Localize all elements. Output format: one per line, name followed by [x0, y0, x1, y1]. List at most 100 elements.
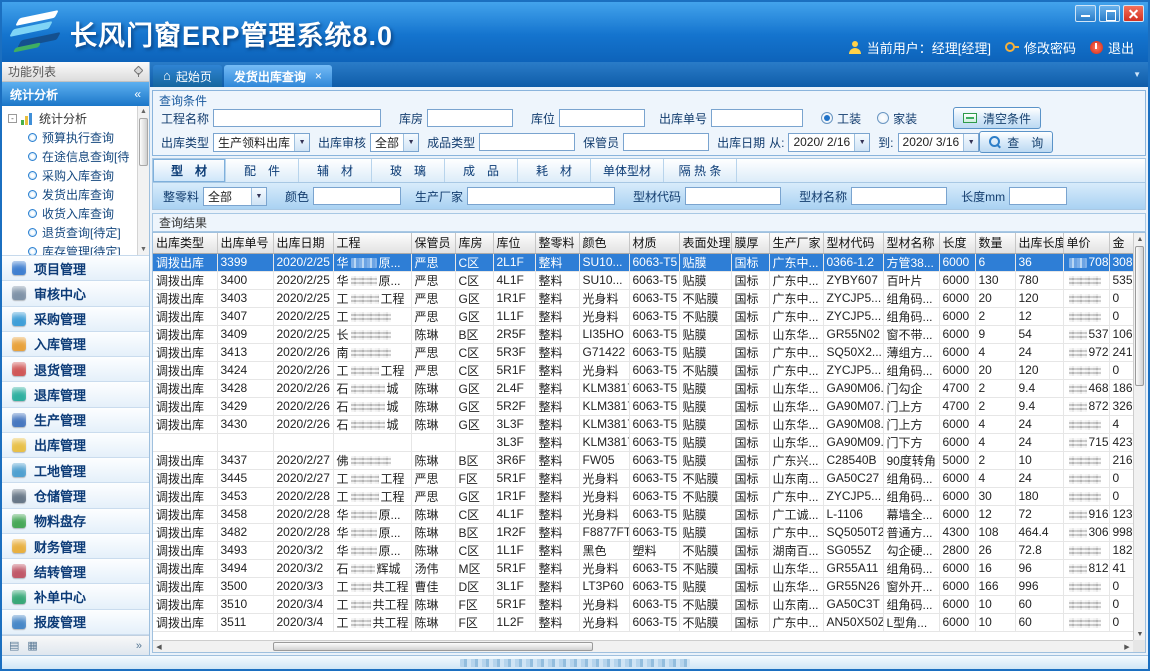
column-header-19[interactable]: 金 — [1109, 233, 1133, 253]
table-row[interactable]: 调拨出库34282020/2/26石城陈琳G区2L4F整料KLM38176063… — [153, 379, 1133, 397]
column-header-1[interactable]: 出库单号 — [217, 233, 273, 253]
dropdown-icon[interactable]: ▼ — [294, 134, 309, 151]
scroll-thumb[interactable] — [139, 118, 148, 166]
dropdown-icon[interactable]: ▼ — [854, 134, 869, 151]
material-tab-0[interactable]: 型 材 — [153, 159, 226, 182]
column-header-2[interactable]: 出库日期 — [273, 233, 333, 253]
material-tab-3[interactable]: 玻 璃 — [372, 159, 445, 182]
whole-part-select[interactable]: 全部 ▼ — [203, 187, 267, 206]
table-row[interactable]: 调拨出库34372020/2/27佛陈琳B区3R6F整料FW056063-T5贴… — [153, 451, 1133, 469]
table-row[interactable]: 调拨出库34292020/2/26石城陈琳G区5R2F整料KLM38176063… — [153, 397, 1133, 415]
column-header-6[interactable]: 库位 — [493, 233, 535, 253]
tree-item-1[interactable]: 在途信息查询[待 — [8, 147, 149, 166]
table-row[interactable]: 调拨出库34582020/2/28华原...陈琳C区4L1F整料光身料6063-… — [153, 505, 1133, 523]
profile-name-input[interactable] — [851, 187, 947, 205]
scroll-right-icon[interactable]: ▶ — [1121, 641, 1133, 653]
material-tab-1[interactable]: 配 件 — [226, 159, 299, 182]
scroll-thumb[interactable] — [1135, 246, 1144, 386]
tab-0[interactable]: ⌂起始页 — [153, 65, 222, 87]
keeper-input[interactable] — [623, 133, 709, 151]
scroll-down-icon[interactable]: ▼ — [1134, 628, 1146, 640]
tree-item-0[interactable]: 预算执行查询 — [8, 128, 149, 147]
tree-item-3[interactable]: 发货出库查询 — [8, 185, 149, 204]
order-no-input[interactable] — [711, 109, 803, 127]
table-row[interactable]: 3L3F整料KLM38176063-T5贴膜国标山东华...GA90M09..门… — [153, 433, 1133, 451]
tree-item-2[interactable]: 采购入库查询 — [8, 166, 149, 185]
table-row[interactable]: 调拨出库34532020/2/28工工程严思G区1R1F整料光身料6063-T5… — [153, 487, 1133, 505]
sidebar-module-0[interactable]: 项目管理 — [2, 256, 149, 281]
folder-icon[interactable]: ▤ — [9, 639, 19, 652]
material-tab-5[interactable]: 耗 材 — [518, 159, 591, 182]
audit-select[interactable]: 全部 ▼ — [370, 133, 419, 152]
tree-root[interactable]: - 统计分析 — [8, 109, 149, 128]
table-row[interactable]: 调拨出库34002020/2/25华原...严思C区4L1F整料SU10...6… — [153, 271, 1133, 289]
column-header-0[interactable]: 出库类型 — [153, 233, 217, 253]
close-tab-icon[interactable]: × — [315, 69, 322, 83]
sidebar-module-2[interactable]: 采购管理 — [2, 307, 149, 332]
material-tab-7[interactable]: 隔 热 条 — [664, 159, 737, 182]
table-row[interactable]: 调拨出库35112020/3/4工共工程陈琳F区1L2F整料光身料6063-T5… — [153, 613, 1133, 631]
warehouse-input[interactable] — [427, 109, 513, 127]
column-header-4[interactable]: 保管员 — [411, 233, 455, 253]
sidebar-module-7[interactable]: 出库管理 — [2, 433, 149, 458]
tree-item-4[interactable]: 收货入库查询 — [8, 204, 149, 223]
change-password-button[interactable]: 修改密码 — [1024, 38, 1076, 57]
table-row[interactable]: 调拨出库34932020/3/2华原...陈琳C区1L1F整料黑色塑料不贴膜国标… — [153, 541, 1133, 559]
clear-conditions-button[interactable]: 清空条件 — [953, 107, 1041, 129]
table-row[interactable]: 调拨出库34072020/2/25工严思G区1L1F整料光身料6063-T5不贴… — [153, 307, 1133, 325]
tree-item-5[interactable]: 退货查询[待定] — [8, 223, 149, 242]
tab-1[interactable]: 发货出库查询× — [224, 65, 332, 87]
table-row[interactable]: 调拨出库34822020/2/28华原...陈琳B区1R2F整料F8877FT6… — [153, 523, 1133, 541]
table-row[interactable]: 调拨出库34132020/2/26南严思C区5R3F整料G714226063-T… — [153, 343, 1133, 361]
column-header-11[interactable]: 膜厚 — [731, 233, 769, 253]
maker-input[interactable] — [467, 187, 615, 205]
sidebar-module-4[interactable]: 退货管理 — [2, 357, 149, 382]
sidebar-module-13[interactable]: 补单中心 — [2, 584, 149, 609]
table-row[interactable]: 调拨出库34942020/3/2石辉城汤伟M区5R1F整料光身料6063-T5不… — [153, 559, 1133, 577]
material-tab-2[interactable]: 辅 材 — [299, 159, 372, 182]
scroll-down-icon[interactable]: ▼ — [138, 244, 149, 255]
column-header-13[interactable]: 型材代码 — [823, 233, 883, 253]
outbound-type-select[interactable]: 生产领料出库 ▼ — [213, 133, 310, 152]
date-to-picker[interactable]: 2020/ 3/16 ▼ — [898, 133, 980, 152]
radio-家装[interactable]: 家装 — [877, 110, 917, 127]
sidebar-module-12[interactable]: 结转管理 — [2, 559, 149, 584]
logout-button[interactable]: 退出 — [1108, 38, 1134, 57]
column-header-3[interactable]: 工程 — [333, 233, 411, 253]
sidebar-module-6[interactable]: 生产管理 — [2, 408, 149, 433]
sidebar-module-11[interactable]: 财务管理 — [2, 534, 149, 559]
scroll-thumb[interactable] — [273, 642, 593, 651]
dropdown-icon[interactable]: ▼ — [251, 188, 266, 205]
scroll-up-icon[interactable]: ▲ — [138, 106, 149, 117]
maximize-button[interactable] — [1099, 5, 1120, 22]
sidebar-module-8[interactable]: 工地管理 — [2, 458, 149, 483]
minimize-button[interactable] — [1075, 5, 1096, 22]
product-type-input[interactable] — [479, 133, 575, 151]
collapse-icon[interactable]: « — [134, 87, 141, 101]
column-header-9[interactable]: 材质 — [629, 233, 679, 253]
profile-code-input[interactable] — [685, 187, 781, 205]
column-header-5[interactable]: 库房 — [455, 233, 493, 253]
table-row[interactable]: 调拨出库33992020/2/25华原...严思C区2L1F整料SU10...6… — [153, 253, 1133, 271]
statistics-section-header[interactable]: 统计分析 « — [2, 82, 149, 106]
column-header-12[interactable]: 生产厂家 — [769, 233, 823, 253]
date-from-picker[interactable]: 2020/ 2/16 ▼ — [788, 133, 870, 152]
column-header-15[interactable]: 长度 — [939, 233, 975, 253]
column-header-10[interactable]: 表面处理 — [679, 233, 731, 253]
tree-collapse-icon[interactable]: - — [8, 114, 17, 123]
sidebar-module-10[interactable]: 物料盘存 — [2, 509, 149, 534]
material-tab-4[interactable]: 成 品 — [445, 159, 518, 182]
sidebar-module-1[interactable]: 审核中心 — [2, 281, 149, 306]
column-header-7[interactable]: 整零料 — [535, 233, 579, 253]
radio-工装[interactable]: 工装 — [821, 110, 861, 127]
tab-dropdown-icon[interactable]: ▼ — [1133, 70, 1141, 79]
sidebar-module-5[interactable]: 退库管理 — [2, 382, 149, 407]
close-button[interactable] — [1123, 5, 1144, 22]
table-row[interactable]: 调拨出库34302020/2/26石城陈琳G区3L3F整料KLM38176063… — [153, 415, 1133, 433]
table-row[interactable]: 调拨出库34452020/2/27工工程严思F区5R1F整料光身料6063-T5… — [153, 469, 1133, 487]
column-header-16[interactable]: 数量 — [975, 233, 1015, 253]
location-input[interactable] — [559, 109, 645, 127]
search-button[interactable]: 查 询 — [979, 131, 1053, 153]
table-row[interactable]: 调拨出库35102020/3/4工共工程陈琳F区5R1F整料光身料6063-T5… — [153, 595, 1133, 613]
color-input[interactable] — [313, 187, 401, 205]
